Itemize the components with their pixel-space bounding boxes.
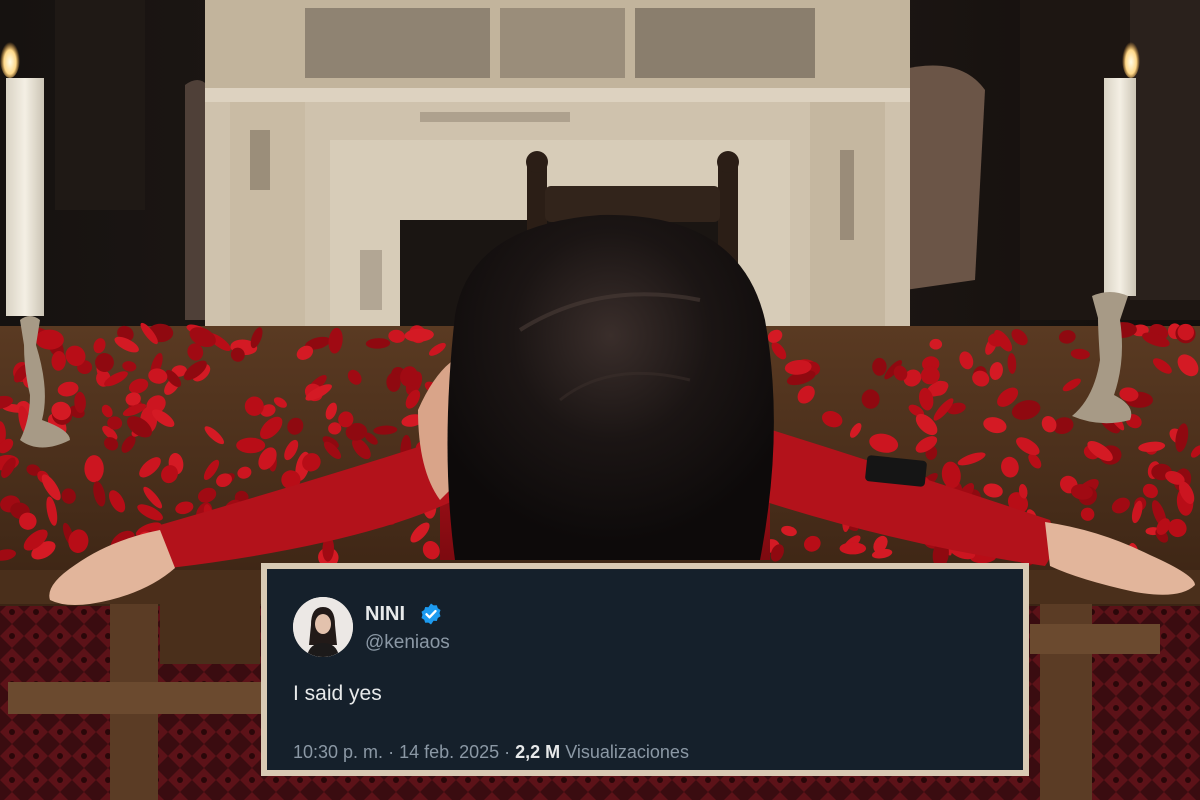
tweet-text: I said yes [293, 682, 382, 705]
rose-petal [84, 455, 104, 483]
tweet-meta: 10:30 p. m. · 14 feb. 2025 · 2,2 M Visua… [293, 740, 689, 764]
rose-petal [872, 357, 887, 376]
views-label[interactable]: Visualizaciones [565, 742, 689, 762]
meta-separator: · [383, 742, 400, 762]
views-count: 2,2 M [515, 742, 561, 762]
author-handle[interactable]: @keniaos [365, 631, 450, 655]
rose-petal [929, 338, 943, 350]
meta-separator: · [499, 742, 516, 762]
rose-petal [236, 437, 266, 454]
tweet-time[interactable]: 10:30 p. m. [293, 742, 383, 762]
tweet-date[interactable]: 14 feb. 2025 [399, 742, 499, 762]
avatar[interactable] [293, 597, 353, 657]
verified-badge-icon [421, 603, 441, 625]
tweet-card: NINI @keniaos I said yes 10:30 p. m. · 1… [261, 563, 1029, 776]
avatar-image [293, 597, 353, 657]
rose-petal [839, 542, 867, 555]
author-name[interactable]: NINI [365, 602, 405, 626]
